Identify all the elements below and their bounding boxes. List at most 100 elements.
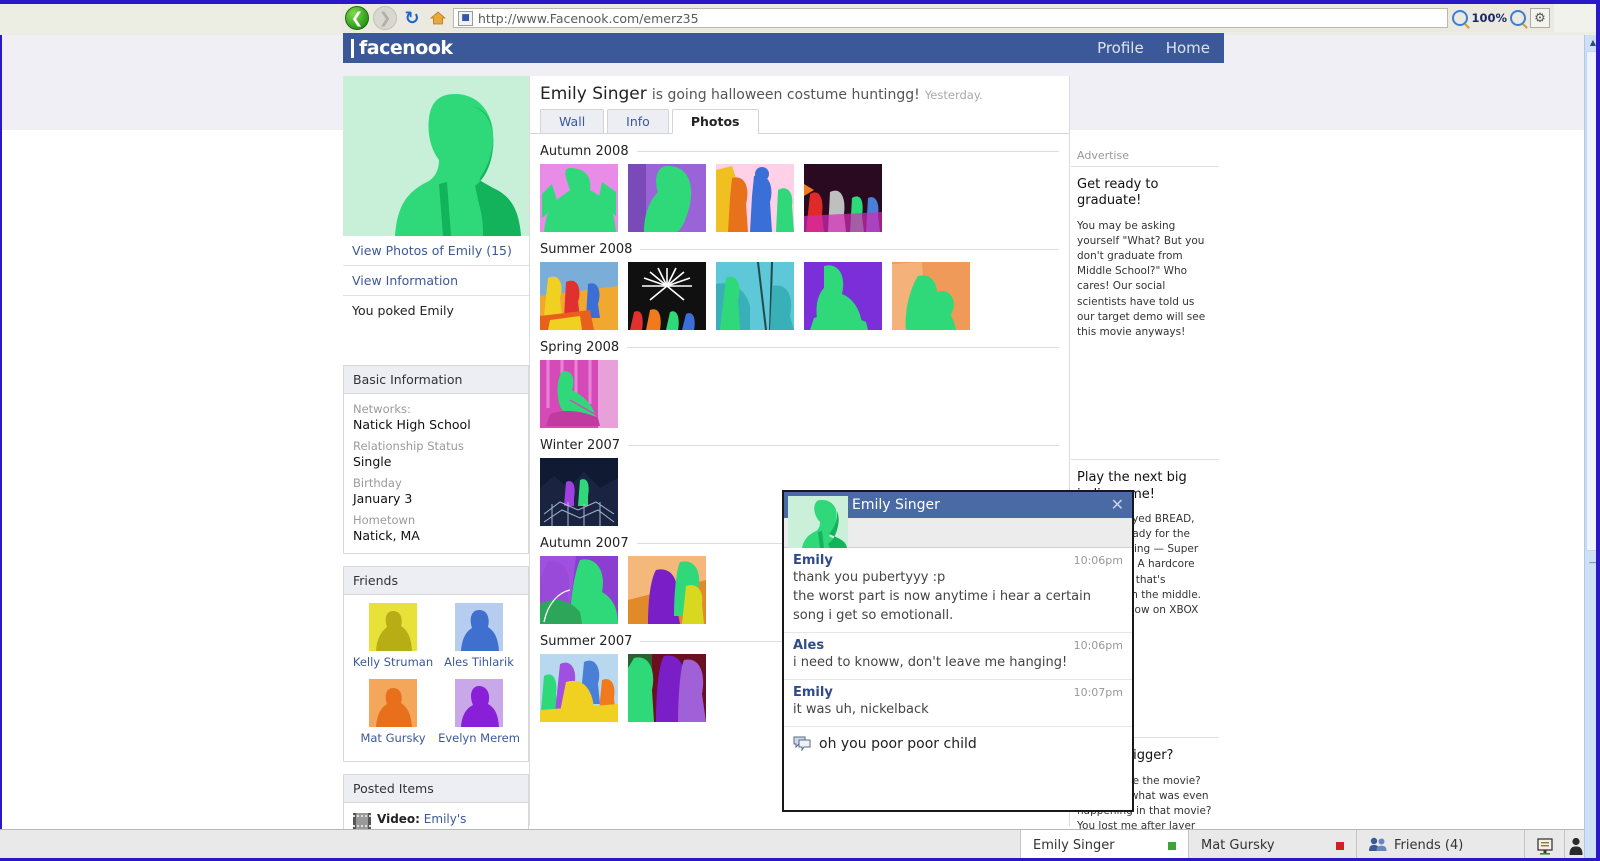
- chatbar-label: Friends (4): [1394, 838, 1464, 853]
- zoom-level-label: 100%: [1471, 11, 1507, 25]
- photo-thumbnail[interactable]: [540, 654, 618, 722]
- album-header: Spring 2008: [540, 340, 1059, 355]
- forward-arrow-icon: ❯: [373, 6, 397, 30]
- photo-thumbnail[interactable]: [628, 262, 706, 330]
- friend-item[interactable]: Mat Gursky: [350, 679, 436, 745]
- chat-contact-name: Emily Singer: [852, 497, 940, 513]
- chat-taskbar: Emily Singer Mat Gursky Friends (4): [0, 829, 1600, 861]
- chatbar-label: Emily Singer: [1033, 838, 1115, 853]
- friend-name[interactable]: Ales Tihlarik: [436, 655, 522, 669]
- album-title: Autumn 2008: [540, 144, 629, 159]
- friend-name[interactable]: Mat Gursky: [350, 731, 436, 745]
- photo-thumbnail[interactable]: [540, 360, 618, 428]
- page-favicon: ■: [458, 10, 473, 26]
- friend-item[interactable]: Evelyn Merem: [436, 679, 522, 745]
- address-bar[interactable]: ■ http://www.Facenook.com/emerz35: [453, 8, 1449, 28]
- photo-thumbnail[interactable]: [804, 262, 882, 330]
- friends-icon: [1369, 837, 1387, 855]
- site-logo[interactable]: facenook: [351, 38, 453, 58]
- ad-image-area: [1077, 340, 1213, 445]
- field-label-relationship: Relationship Status: [353, 439, 464, 453]
- zoom-in-icon[interactable]: [1510, 10, 1526, 26]
- photo-thumbnail[interactable]: [716, 261, 794, 331]
- album-divider: [628, 445, 1059, 446]
- advertise-label[interactable]: Advertise: [1071, 145, 1219, 167]
- ad-unit[interactable]: Get ready to graduate! You may be asking…: [1071, 167, 1219, 461]
- nav-link-profile[interactable]: Profile: [1097, 39, 1144, 57]
- album-title: Autumn 2007: [540, 536, 629, 551]
- basic-information-box: Basic Information Networks: Natick High …: [343, 365, 529, 554]
- chatbar-item-friends[interactable]: Friends (4): [1356, 830, 1524, 861]
- friend-avatar: [369, 679, 417, 727]
- chat-avatar: [788, 496, 848, 548]
- gear-icon[interactable]: ⚙: [1530, 8, 1550, 28]
- chatbar-item-emily-singer[interactable]: Emily Singer: [1020, 830, 1188, 861]
- friend-avatar: [455, 603, 503, 651]
- posted-item-prefix: Video:: [377, 812, 420, 826]
- friends-title: Friends: [344, 567, 528, 595]
- chat-message: Emily 10:06pm thank you pubertyyy :p the…: [784, 548, 1132, 633]
- poke-status-text: You poked Emily: [352, 303, 454, 318]
- basic-information-title: Basic Information: [344, 366, 528, 394]
- taskbar-spacer: [0, 830, 1020, 861]
- album-header: Autumn 2008: [540, 144, 1059, 159]
- tab-info[interactable]: Info: [607, 109, 669, 133]
- profile-links: View Photos of Emily (15) View Informati…: [343, 236, 529, 325]
- profile-tabs: Wall Info Photos: [530, 108, 1069, 134]
- album-thumbs: [540, 164, 1059, 232]
- profile-photo[interactable]: [343, 76, 529, 236]
- back-arrow-icon[interactable]: ❮: [345, 6, 369, 30]
- photo-thumbnail[interactable]: [540, 262, 618, 330]
- message-time: 10:07pm: [1073, 685, 1123, 699]
- chat-input-row[interactable]: oh you poor poor child: [784, 727, 1132, 761]
- album-title: Spring 2008: [540, 340, 620, 355]
- album-section: Autumn 2008: [530, 134, 1069, 232]
- home-icon[interactable]: [427, 7, 449, 29]
- album-header: Summer 2008: [540, 242, 1059, 257]
- message-line: the worst part is now anytime i hear a c…: [793, 588, 1091, 604]
- site-nav: Profile Home: [1097, 39, 1210, 57]
- field-value-hometown: Natick, MA: [353, 528, 420, 543]
- chatbar-item-mat-gursky[interactable]: Mat Gursky: [1188, 830, 1356, 861]
- view-photos-link[interactable]: View Photos of Emily (15): [343, 236, 529, 266]
- photo-thumbnail[interactable]: [540, 556, 618, 624]
- album-thumbs: [540, 360, 1059, 428]
- notifications-icon[interactable]: [1524, 830, 1564, 861]
- message-line: i need to knoww, don't leave me hanging!: [793, 654, 1068, 670]
- photo-thumbnail[interactable]: [716, 164, 794, 232]
- tab-wall[interactable]: Wall: [540, 109, 605, 133]
- chat-input[interactable]: oh you poor poor child: [819, 736, 977, 752]
- message-author: Emily: [793, 684, 833, 700]
- field-value-relationship: Single: [353, 454, 392, 469]
- tab-photos[interactable]: Photos: [671, 109, 759, 134]
- field-value-networks: Natick High School: [353, 417, 471, 432]
- friend-item[interactable]: Ales Tihlarik: [436, 603, 522, 669]
- photo-thumbnail[interactable]: [540, 458, 618, 526]
- friend-name[interactable]: Kelly Struman: [350, 655, 436, 669]
- friend-item[interactable]: Kelly Struman: [350, 603, 436, 669]
- friend-avatar: [455, 679, 503, 727]
- friend-name[interactable]: Evelyn Merem: [436, 731, 522, 745]
- photo-thumbnail[interactable]: [892, 262, 970, 330]
- nav-link-home[interactable]: Home: [1166, 39, 1210, 57]
- photo-thumbnail[interactable]: [628, 164, 706, 232]
- photo-thumbnail[interactable]: [540, 164, 618, 232]
- album-title: Summer 2007: [540, 634, 633, 649]
- photo-thumbnail[interactable]: [804, 164, 882, 232]
- left-sidebar: View Photos of Emily (15) View Informati…: [343, 76, 529, 861]
- site-header: facenook Profile Home: [343, 33, 1224, 63]
- zoom-out-icon[interactable]: [1452, 10, 1469, 26]
- message-line: it was uh, nickelback: [793, 701, 929, 717]
- zoom-controls[interactable]: 100%: [1452, 10, 1526, 26]
- photo-thumbnail[interactable]: [628, 556, 706, 624]
- profile-name[interactable]: Emily Singer: [540, 84, 647, 104]
- reload-icon[interactable]: ↻: [401, 7, 423, 29]
- status-dot-busy: [1336, 841, 1344, 850]
- field-value-birthday: January 3: [353, 491, 413, 506]
- browser-toolbar: ❮ ❯ ↻ ■ http://www.Facenook.com/emerz35 …: [341, 4, 1554, 32]
- photo-thumbnail[interactable]: [628, 654, 706, 722]
- status-dot-online: [1168, 841, 1176, 850]
- chat-bubble-icon: [793, 736, 811, 752]
- close-icon[interactable]: ✕: [1111, 497, 1124, 513]
- view-information-link[interactable]: View Information: [343, 266, 529, 296]
